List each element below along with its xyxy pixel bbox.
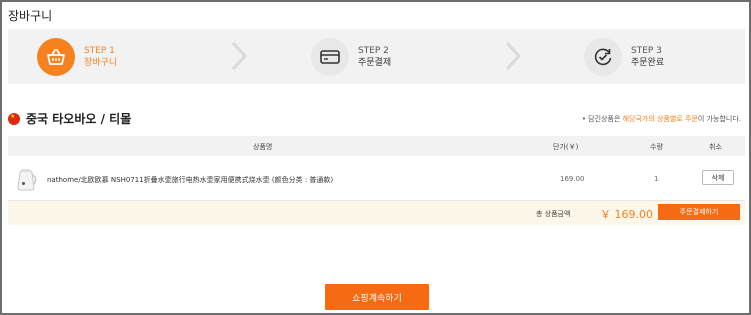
shop-header: ★ 중국 타오바오 / 티몰 bbox=[8, 110, 131, 127]
notice-text: • 담긴상품은 해당국가의 상품별로 주문이 가능합니다. bbox=[581, 115, 741, 123]
unit-price: 169.00 bbox=[560, 175, 585, 183]
order-checkout-button[interactable]: 주문결제하기 bbox=[658, 204, 740, 220]
step-progress-bar: STEP 1 장바구니 STEP 2 주문결제 STEP 3 주문완료 bbox=[8, 29, 745, 84]
header-unit-price: 단가(￥) bbox=[553, 143, 579, 151]
header-cancel: 취소 bbox=[709, 143, 722, 151]
quantity: 1 bbox=[654, 175, 659, 183]
step-1: STEP 1 장바구니 bbox=[37, 37, 117, 77]
continue-shopping-button[interactable]: 쇼핑계속하기 bbox=[325, 284, 429, 310]
notice-highlight: 해당국가의 상품별로 주문 bbox=[622, 115, 698, 123]
total-row: 총 상품금액 ￥ 169.00 주문결제하기 bbox=[8, 201, 745, 225]
delete-button[interactable]: 삭제 bbox=[702, 170, 734, 185]
table-header: 상품명 단가(￥) 수량 취소 bbox=[8, 136, 745, 156]
step-3-number: STEP 3 bbox=[631, 46, 662, 56]
check-cycle-icon bbox=[584, 38, 622, 76]
chevron-right-icon bbox=[231, 41, 248, 71]
page-title: 장바구니 bbox=[8, 9, 53, 23]
total-value: ￥ 169.00 bbox=[600, 208, 653, 221]
basket-icon bbox=[37, 38, 75, 76]
total-label: 총 상품금액 bbox=[536, 210, 571, 218]
card-icon bbox=[311, 38, 349, 76]
step-1-number: STEP 1 bbox=[84, 46, 115, 56]
cart-window: 장바구니 STEP 1 장바구니 STEP 2 주문결제 STEP 3 주문완료… bbox=[0, 0, 751, 315]
product-thumbnail[interactable] bbox=[14, 168, 40, 192]
header-product: 상품명 bbox=[253, 143, 273, 151]
shop-title: 중국 타오바오 / 티몰 bbox=[26, 112, 132, 126]
cart-table: 상품명 단가(￥) 수량 취소 nathome/北欧欧慕 NSH0711折叠水壶… bbox=[8, 136, 745, 225]
step-3-label: 주문완료 bbox=[631, 58, 665, 68]
step-3: STEP 3 주문완료 bbox=[584, 37, 664, 77]
step-2-number: STEP 2 bbox=[358, 46, 389, 56]
header-qty: 수량 bbox=[650, 143, 663, 151]
product-name-link[interactable]: nathome/北欧欧慕 NSH0711折叠水壶旅行电热水壶家用便携式烧水壶 (… bbox=[47, 175, 333, 185]
china-flag-icon: ★ bbox=[8, 112, 20, 125]
chevron-right-icon bbox=[505, 41, 522, 71]
table-row: nathome/北欧欧慕 NSH0711折叠水壶旅行电热水壶家用便携式烧水壶 (… bbox=[8, 156, 745, 201]
step-2: STEP 2 주문결제 bbox=[311, 37, 391, 77]
step-1-label: 장바구니 bbox=[84, 58, 118, 68]
step-2-label: 주문결제 bbox=[358, 58, 392, 68]
